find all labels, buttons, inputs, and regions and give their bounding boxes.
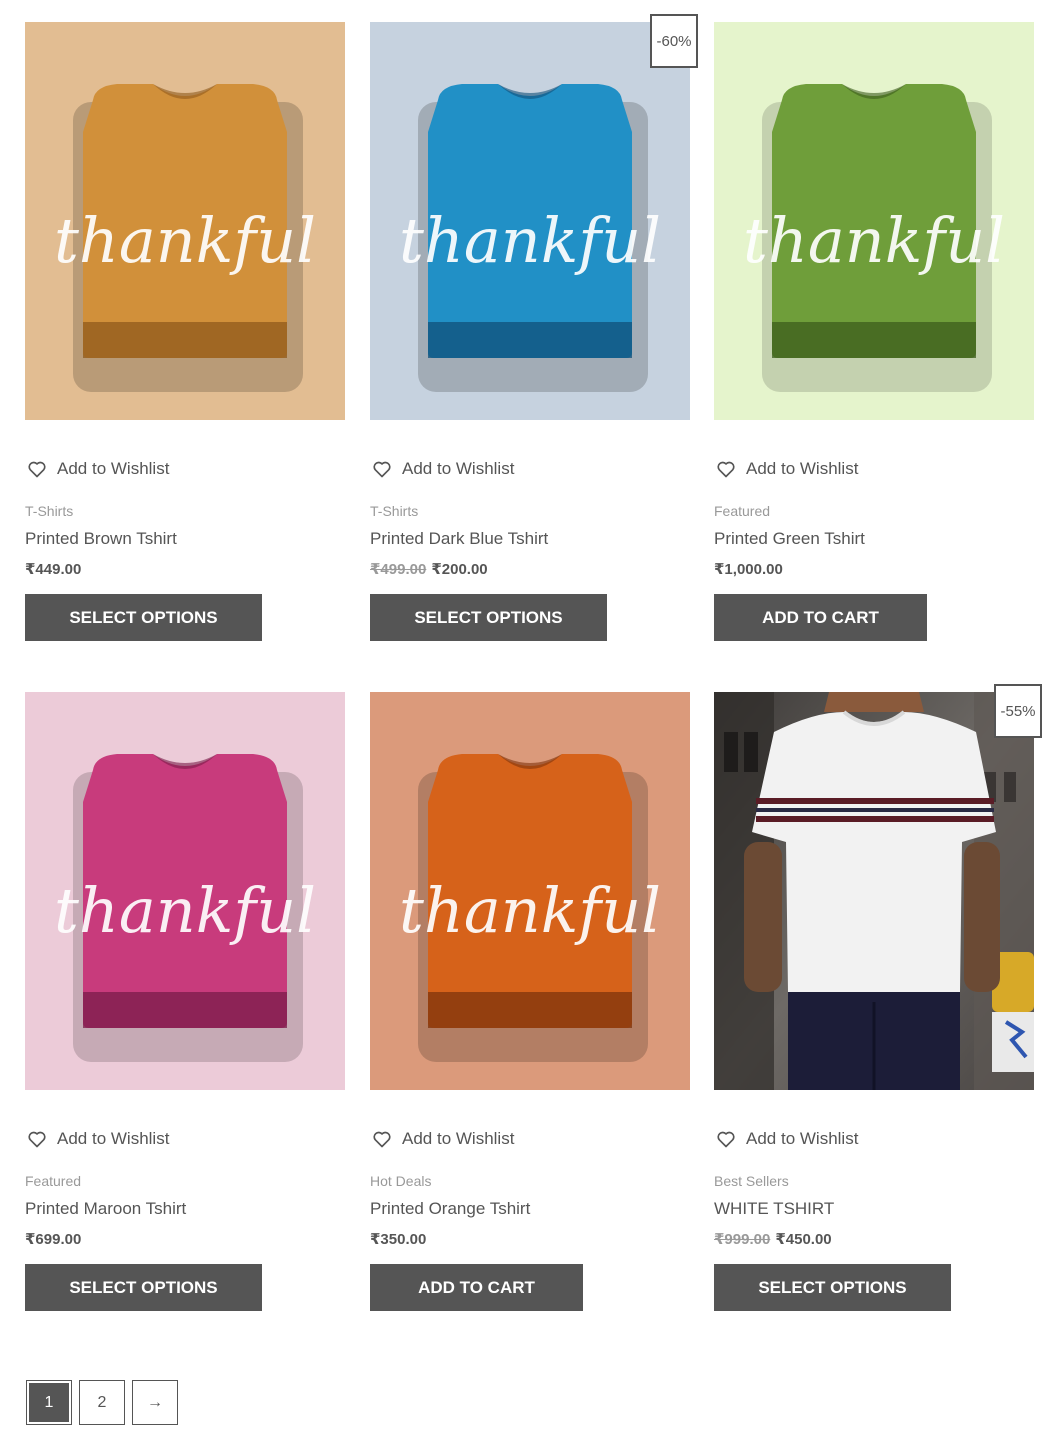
product-card: thankful Add to Wishlist Hot Deals Print… <box>370 692 690 1332</box>
add-to-cart-button[interactable]: ADD TO CART <box>714 594 927 641</box>
product-title[interactable]: WHITE TSHIRT <box>714 1199 834 1219</box>
select-options-button[interactable]: SELECT OPTIONS <box>370 594 607 641</box>
discount-badge: -60% <box>650 14 698 68</box>
product-card: thankful Add to Wishlist Featured Printe… <box>25 692 345 1332</box>
price-current: ₹699.00 <box>25 1231 82 1248</box>
wishlist-label: Add to Wishlist <box>57 459 170 478</box>
heart-icon <box>28 461 46 478</box>
tshirt-image: thankful <box>25 22 345 420</box>
product-category[interactable]: Hot Deals <box>370 1173 431 1189</box>
heart-icon <box>717 461 735 478</box>
next-page-button[interactable]: → <box>132 1380 178 1425</box>
add-to-wishlist-link[interactable]: Add to Wishlist <box>716 1128 858 1150</box>
wishlist-label: Add to Wishlist <box>746 459 859 478</box>
product-title[interactable]: Printed Dark Blue Tshirt <box>370 529 548 549</box>
tshirt-image: thankful <box>714 22 1034 420</box>
svg-text:thankful: thankful <box>54 204 316 277</box>
product-price: ₹350.00 <box>370 1230 426 1248</box>
product-title[interactable]: Printed Green Tshirt <box>714 529 865 549</box>
discount-badge: -55% <box>994 684 1042 738</box>
product-card: thankful Add to Wishlist T-Shirts Printe… <box>25 22 345 662</box>
product-category[interactable]: Featured <box>25 1173 81 1189</box>
product-category[interactable]: T-Shirts <box>370 503 418 519</box>
product-price: ₹699.00 <box>25 1230 81 1248</box>
price-current: ₹1,000.00 <box>714 561 783 578</box>
page-1-button[interactable]: 1 <box>26 1380 72 1425</box>
heart-icon <box>28 1131 46 1148</box>
product-image[interactable]: thankful <box>25 22 345 420</box>
tshirt-image: thankful <box>370 22 690 420</box>
product-title[interactable]: Printed Brown Tshirt <box>25 529 177 549</box>
svg-text:thankful: thankful <box>399 874 661 947</box>
heart-icon <box>373 1131 391 1148</box>
pagination: 1 2 → <box>26 1380 178 1425</box>
product-price: ₹999.00 ₹450.00 <box>714 1230 832 1248</box>
product-card: thankful Add to Wishlist Featured Printe… <box>714 22 1034 662</box>
product-price: ₹499.00 ₹200.00 <box>370 560 488 578</box>
wishlist-label: Add to Wishlist <box>57 1129 170 1148</box>
svg-text:thankful: thankful <box>399 204 661 277</box>
product-title[interactable]: Printed Maroon Tshirt <box>25 1199 186 1219</box>
wishlist-label: Add to Wishlist <box>402 1129 515 1148</box>
add-to-wishlist-link[interactable]: Add to Wishlist <box>27 458 169 480</box>
page-2-button[interactable]: 2 <box>79 1380 125 1425</box>
model-photo <box>714 692 1034 1090</box>
tshirt-image: thankful <box>370 692 690 1090</box>
product-title[interactable]: Printed Orange Tshirt <box>370 1199 530 1219</box>
product-image[interactable]: thankful <box>370 692 690 1090</box>
price-current: ₹450.00 <box>775 1231 832 1248</box>
add-to-wishlist-link[interactable]: Add to Wishlist <box>372 458 514 480</box>
product-image[interactable]: thankful <box>714 22 1034 420</box>
wishlist-label: Add to Wishlist <box>746 1129 859 1148</box>
add-to-wishlist-link[interactable]: Add to Wishlist <box>716 458 858 480</box>
product-price: ₹449.00 <box>25 560 81 578</box>
select-options-button[interactable]: SELECT OPTIONS <box>25 1264 262 1311</box>
product-category[interactable]: Best Sellers <box>714 1173 789 1189</box>
add-to-wishlist-link[interactable]: Add to Wishlist <box>27 1128 169 1150</box>
product-price: ₹1,000.00 <box>714 560 783 578</box>
svg-text:thankful: thankful <box>54 874 316 947</box>
price-current: ₹449.00 <box>25 561 82 578</box>
price-current: ₹350.00 <box>370 1231 427 1248</box>
product-category[interactable]: T-Shirts <box>25 503 73 519</box>
price-current: ₹200.00 <box>431 561 488 578</box>
product-card: thankful -60% Add to Wishlist T-Shirts P… <box>370 14 698 662</box>
product-category[interactable]: Featured <box>714 503 770 519</box>
heart-icon <box>373 461 391 478</box>
price-original: ₹999.00 <box>714 1231 771 1248</box>
add-to-cart-button[interactable]: ADD TO CART <box>370 1264 583 1311</box>
heart-icon <box>717 1131 735 1148</box>
product-card: -55% Add to Wishlist Best Sellers WHITE … <box>714 684 1042 1332</box>
wishlist-label: Add to Wishlist <box>402 459 515 478</box>
product-image[interactable]: thankful <box>25 692 345 1090</box>
tshirt-image: thankful <box>25 692 345 1090</box>
select-options-button[interactable]: SELECT OPTIONS <box>714 1264 951 1311</box>
product-image[interactable] <box>714 692 1034 1090</box>
svg-text:thankful: thankful <box>743 204 1005 277</box>
product-image[interactable]: thankful <box>370 22 690 420</box>
price-original: ₹499.00 <box>370 561 427 578</box>
select-options-button[interactable]: SELECT OPTIONS <box>25 594 262 641</box>
add-to-wishlist-link[interactable]: Add to Wishlist <box>372 1128 514 1150</box>
